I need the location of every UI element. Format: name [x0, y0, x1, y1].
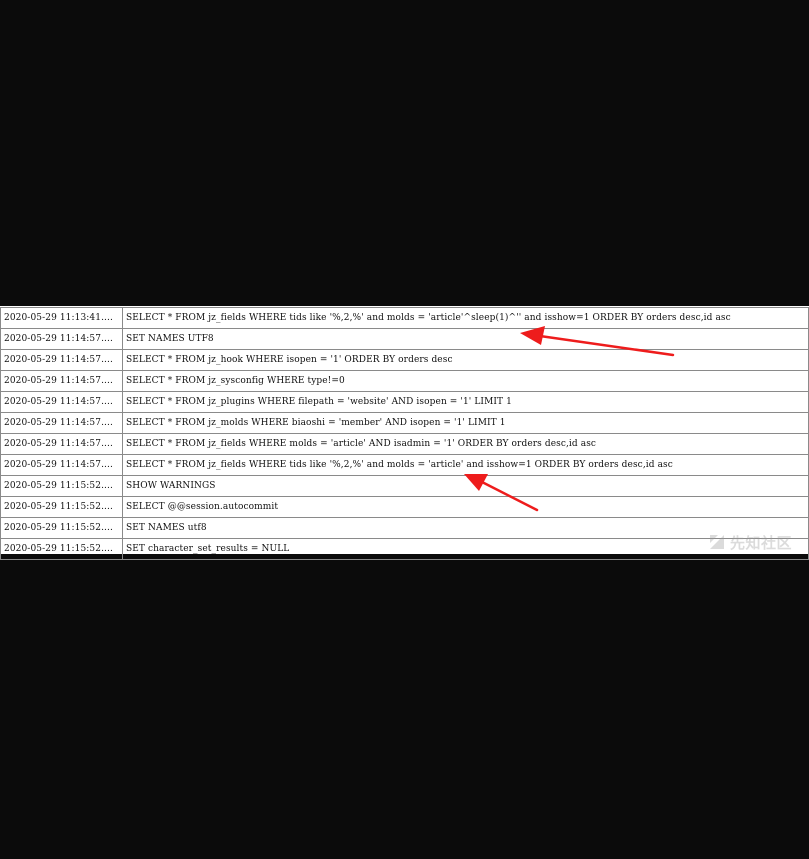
sql-log-table: 2020-05-29 11:13:41.... SELECT * FROM jz_… — [0, 307, 809, 560]
watermark: 先知社区 — [708, 531, 792, 553]
log-row: 2020-05-29 11:14:57.... SET NAMES UTF8 — [0, 328, 809, 350]
log-query-cell: SELECT * FROM jz_sysconfig WHERE type!=0 — [122, 370, 809, 392]
log-row: 2020-05-29 11:14:57.... SELECT * FROM jz_… — [0, 349, 809, 371]
log-query-cell: SELECT @@session.autocommit — [122, 496, 809, 518]
log-timestamp-cell: 2020-05-29 11:15:52.... — [0, 475, 123, 497]
log-timestamp-cell: 2020-05-29 11:14:57.... — [0, 412, 123, 434]
log-timestamp-cell: 2020-05-29 11:15:52.... — [0, 517, 123, 539]
log-row: 2020-05-29 11:14:57.... SELECT * FROM jz_… — [0, 433, 809, 455]
log-query-cell: SET NAMES utf8 — [122, 517, 809, 539]
log-query-cell: SELECT * FROM jz_hook WHERE isopen = '1'… — [122, 349, 809, 371]
log-row: 2020-05-29 11:15:52.... SET NAMES utf8 — [0, 517, 809, 539]
sql-log-panel: 2020-05-29 11:13:41.... SELECT * FROM jz_… — [0, 306, 809, 560]
log-timestamp-cell: 2020-05-29 11:15:52.... — [0, 538, 123, 560]
log-timestamp-cell: 2020-05-29 11:13:41.... — [0, 307, 123, 329]
log-query-cell: SET NAMES UTF8 — [122, 328, 809, 350]
log-row: 2020-05-29 11:15:52.... SET character_set… — [0, 538, 809, 560]
log-row: 2020-05-29 11:14:57.... SELECT * FROM jz_… — [0, 391, 809, 413]
log-timestamp-cell: 2020-05-29 11:14:57.... — [0, 328, 123, 350]
log-timestamp-cell: 2020-05-29 11:14:57.... — [0, 454, 123, 476]
log-query-cell: SELECT * FROM jz_plugins WHERE filepath … — [122, 391, 809, 413]
log-row: 2020-05-29 11:14:57.... SELECT * FROM jz_… — [0, 370, 809, 392]
log-row: 2020-05-29 11:14:57.... SELECT * FROM jz_… — [0, 454, 809, 476]
log-timestamp-cell: 2020-05-29 11:14:57.... — [0, 433, 123, 455]
log-row: 2020-05-29 11:14:57.... SELECT * FROM jz_… — [0, 412, 809, 434]
log-row: 2020-05-29 11:13:41.... SELECT * FROM jz_… — [0, 307, 809, 329]
log-query-cell: SELECT * FROM jz_molds WHERE biaoshi = '… — [122, 412, 809, 434]
xianzhi-logo-icon — [710, 535, 724, 549]
log-timestamp-cell: 2020-05-29 11:15:52.... — [0, 496, 123, 518]
log-query-cell: SET character_set_results = NULL — [122, 538, 809, 560]
log-row: 2020-05-29 11:15:52.... SELECT @@session.… — [0, 496, 809, 518]
log-query-cell: SHOW WARNINGS — [122, 475, 809, 497]
sql-log-body: 2020-05-29 11:13:41.... SELECT * FROM jz_… — [0, 307, 809, 560]
watermark-text: 先知社区 — [730, 533, 793, 552]
log-query-cell: SELECT * FROM jz_fields WHERE tids like … — [122, 454, 809, 476]
log-timestamp-cell: 2020-05-29 11:14:57.... — [0, 370, 123, 392]
log-timestamp-cell: 2020-05-29 11:14:57.... — [0, 391, 123, 413]
log-row: 2020-05-29 11:15:52.... SHOW WARNINGS — [0, 475, 809, 497]
log-query-cell: SELECT * FROM jz_fields WHERE tids like … — [122, 307, 809, 329]
log-query-cell: SELECT * FROM jz_fields WHERE molds = 'a… — [122, 433, 809, 455]
log-timestamp-cell: 2020-05-29 11:14:57.... — [0, 349, 123, 371]
